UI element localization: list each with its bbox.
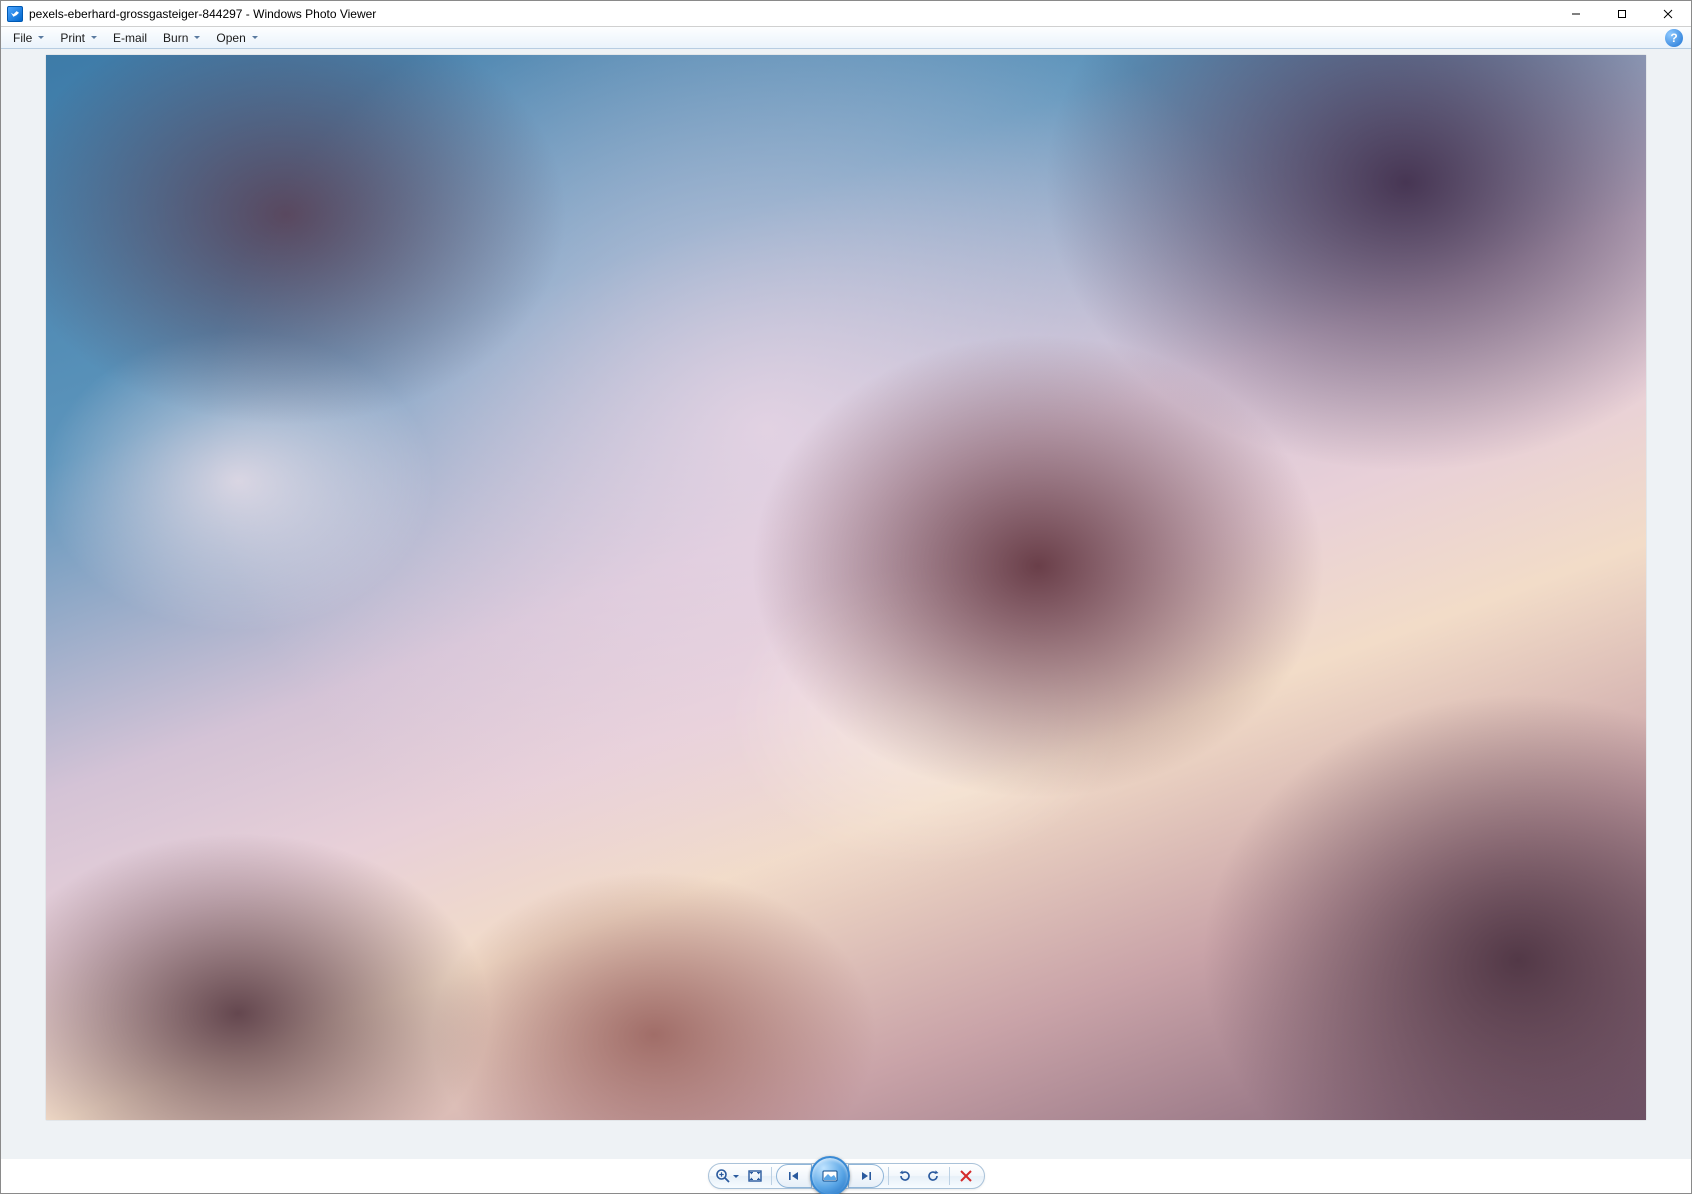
rotate-cw-button[interactable]: [919, 1165, 947, 1187]
toolbar: [708, 1163, 985, 1189]
app-window: pexels-eberhard-grossgasteiger-844297 - …: [0, 0, 1692, 1194]
skip-next-icon: [859, 1169, 873, 1183]
menu-open-label: Open: [216, 31, 245, 45]
toolbar-separator: [888, 1167, 889, 1185]
app-icon: [7, 6, 23, 22]
fit-window-icon: [747, 1168, 763, 1184]
toolbar-wrap: [1, 1159, 1691, 1193]
delete-x-icon: [958, 1168, 974, 1184]
help-icon: ?: [1670, 31, 1677, 45]
magnifier-icon: [715, 1168, 731, 1184]
chevron-down-icon: [733, 1175, 739, 1178]
next-button[interactable]: [848, 1164, 884, 1188]
menu-email[interactable]: E-mail: [105, 27, 155, 48]
zoom-button[interactable]: [713, 1165, 741, 1187]
maximize-button[interactable]: [1599, 1, 1645, 26]
toolbar-separator: [771, 1167, 772, 1185]
menu-print[interactable]: Print: [52, 27, 105, 48]
close-button[interactable]: [1645, 1, 1691, 26]
skip-previous-icon: [787, 1169, 801, 1183]
help-button[interactable]: ?: [1665, 29, 1683, 47]
rotate-cw-icon: [925, 1168, 941, 1184]
chevron-down-icon: [252, 36, 258, 39]
rotate-ccw-icon: [897, 1168, 913, 1184]
rotate-ccw-button[interactable]: [891, 1165, 919, 1187]
menu-file-label: File: [13, 31, 32, 45]
menubar: File Print E-mail Burn Open ?: [1, 27, 1691, 49]
titlebar: pexels-eberhard-grossgasteiger-844297 - …: [1, 1, 1691, 27]
nav-cluster: [776, 1156, 884, 1194]
previous-button[interactable]: [776, 1164, 812, 1188]
chevron-down-icon: [194, 36, 200, 39]
window-title: pexels-eberhard-grossgasteiger-844297 - …: [29, 7, 1553, 21]
menu-email-label: E-mail: [113, 31, 147, 45]
menu-print-label: Print: [60, 31, 85, 45]
chevron-down-icon: [91, 36, 97, 39]
menu-file[interactable]: File: [5, 27, 52, 48]
menu-burn[interactable]: Burn: [155, 27, 208, 48]
slideshow-button[interactable]: [810, 1156, 850, 1194]
menu-burn-label: Burn: [163, 31, 188, 45]
menu-open[interactable]: Open: [208, 27, 265, 48]
slideshow-icon: [821, 1169, 839, 1183]
minimize-button[interactable]: [1553, 1, 1599, 26]
toolbar-separator: [949, 1167, 950, 1185]
photo-display[interactable]: [46, 55, 1646, 1120]
fit-button[interactable]: [741, 1165, 769, 1187]
viewer-area: [1, 49, 1691, 1159]
menubar-spacer: [266, 27, 1665, 48]
chevron-down-icon: [38, 36, 44, 39]
window-controls: [1553, 1, 1691, 26]
delete-button[interactable]: [952, 1165, 980, 1187]
